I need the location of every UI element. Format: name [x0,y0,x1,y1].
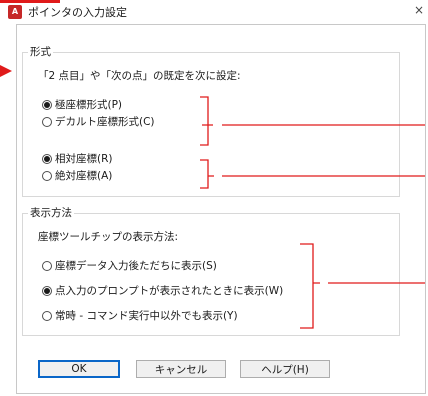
radio-relative[interactable]: 相対座標(R) [42,151,113,166]
radio-label: 座標データ入力後ただちに表示(S) [55,260,217,272]
help-button[interactable]: ヘルプ(H) [240,360,330,378]
radio-label: デカルト座標形式(C) [55,116,155,128]
window-title: ポインタの入力設定 [28,6,127,19]
radio-button-icon[interactable] [42,116,52,127]
radio-polar[interactable]: 極座標形式(P) [42,97,122,112]
radio-button-icon[interactable] [42,99,52,110]
radio-label: 極座標形式(P) [55,99,123,111]
radio-show-always[interactable]: 常時 - コマンド実行中以外でも表示(Y) [42,308,238,323]
display-group-label: 表示方法 [28,205,74,220]
radio-absolute[interactable]: 絶対座標(A) [42,168,112,183]
close-icon[interactable]: × [414,3,428,17]
radio-label: 相対座標(R) [55,153,113,165]
radio-show-after-input[interactable]: 座標データ入力後ただちに表示(S) [42,258,217,273]
radio-button-icon[interactable] [42,260,52,271]
radio-button-icon[interactable] [42,310,52,321]
annotation-top-line [0,0,60,3]
annotation-arrow-icon [0,65,12,77]
ok-button[interactable]: OK [38,360,120,378]
radio-button-icon[interactable] [42,170,52,181]
cancel-button[interactable]: キャンセル [136,360,226,378]
format-group-label: 形式 [28,44,53,59]
radio-label: 常時 - コマンド実行中以外でも表示(Y) [55,310,238,322]
format-description: 「2 点目」や「次の点」の既定を次に設定: [38,70,241,82]
radio-label: 点入力のプロンプトが表示されたときに表示(W) [55,285,284,297]
app-icon: A [8,5,22,19]
title-bar: A ポインタの入力設定 × [0,0,428,22]
radio-label: 絶対座標(A) [55,170,113,182]
radio-show-on-prompt[interactable]: 点入力のプロンプトが表示されたときに表示(W) [42,283,283,298]
display-description: 座標ツールチップの表示方法: [38,231,179,243]
radio-cartesian[interactable]: デカルト座標形式(C) [42,114,155,129]
radio-button-icon[interactable] [42,153,52,164]
radio-button-icon[interactable] [42,285,52,296]
